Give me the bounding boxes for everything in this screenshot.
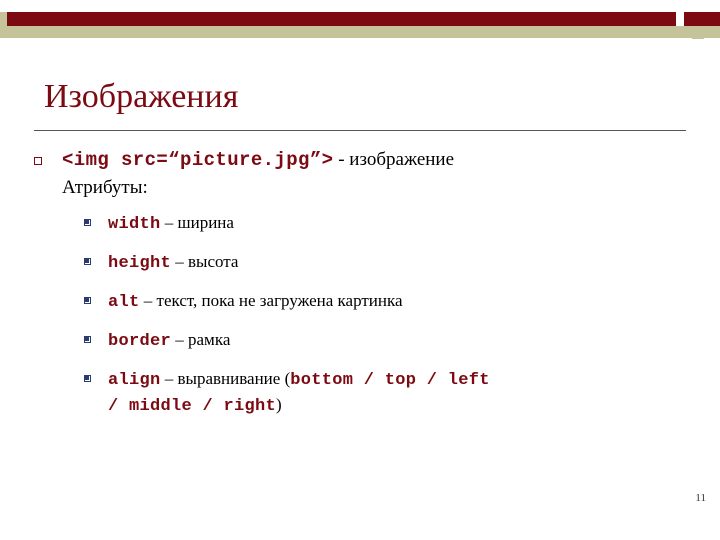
attribute-name: alt — [108, 293, 140, 312]
attribute-height: height – высота — [108, 250, 720, 276]
bullet-square-filled-icon — [84, 258, 91, 265]
attribute-values-line-1: bottom / top / left — [290, 371, 490, 390]
top-bar-olive — [0, 26, 720, 38]
list-item: alt – текст, пока не загружена картинка — [0, 289, 720, 315]
bullet-square-filled-icon — [84, 336, 91, 343]
bullet-square-filled-icon — [84, 219, 91, 226]
top-bar-left-cap — [0, 12, 7, 26]
attribute-description: – ширина — [160, 213, 234, 232]
attribute-name: border — [108, 332, 172, 351]
attribute-name: align — [108, 371, 161, 390]
img-tag-code: <img src=“picture.jpg”> — [62, 149, 334, 171]
list-item: width – ширина — [0, 211, 720, 237]
img-tag-description: - изображение — [333, 149, 455, 170]
attributes-list: width – ширина height – высота alt – тек… — [0, 211, 720, 419]
main-bullet-item: <img src=“picture.jpg”> - изображение Ат… — [0, 146, 720, 201]
top-bar-notch — [676, 12, 684, 26]
attribute-values-close-paren: ) — [276, 395, 282, 414]
attribute-alt: alt – текст, пока не загружена картинка — [108, 289, 720, 315]
slide: Изображения <img src=“picture.jpg”> - из… — [0, 0, 720, 540]
attribute-name: width — [108, 215, 161, 234]
list-item: border – рамка — [0, 328, 720, 354]
attribute-border: border – рамка — [108, 328, 720, 354]
attribute-name: height — [108, 254, 172, 273]
list-item: height – высота — [0, 250, 720, 276]
list-item: align – выравнивание (bottom / top / lef… — [0, 367, 720, 393]
bullet-square-filled-icon — [84, 375, 91, 382]
slide-content: <img src=“picture.jpg”> - изображение Ат… — [0, 146, 720, 419]
attribute-align-continuation: / middle / right) — [0, 393, 720, 419]
attribute-align: align – выравнивание (bottom / top / lef… — [108, 367, 720, 393]
title-divider — [34, 130, 686, 131]
page-title: Изображения — [44, 78, 239, 115]
attribute-description: – рамка — [171, 330, 231, 349]
attribute-description: – текст, пока не загружена картинка — [139, 291, 403, 310]
attribute-description: – высота — [171, 252, 239, 271]
top-bar-square-dark — [684, 12, 698, 26]
attribute-values-line-2: / middle / right — [108, 397, 277, 416]
bullet-square-outline-icon — [34, 157, 42, 165]
top-bar-dark — [0, 12, 720, 26]
attributes-label: Атрибуты: — [62, 177, 148, 198]
top-bar-square-olive — [692, 28, 704, 39]
bullet-square-filled-icon — [84, 297, 91, 304]
attribute-description: – выравнивание ( — [160, 369, 291, 388]
decorative-top-bars — [0, 0, 720, 54]
main-bullet-line-1: <img src=“picture.jpg”> - изображение — [62, 146, 720, 174]
attribute-width: width – ширина — [108, 211, 720, 237]
page-number: 11 — [695, 492, 706, 504]
